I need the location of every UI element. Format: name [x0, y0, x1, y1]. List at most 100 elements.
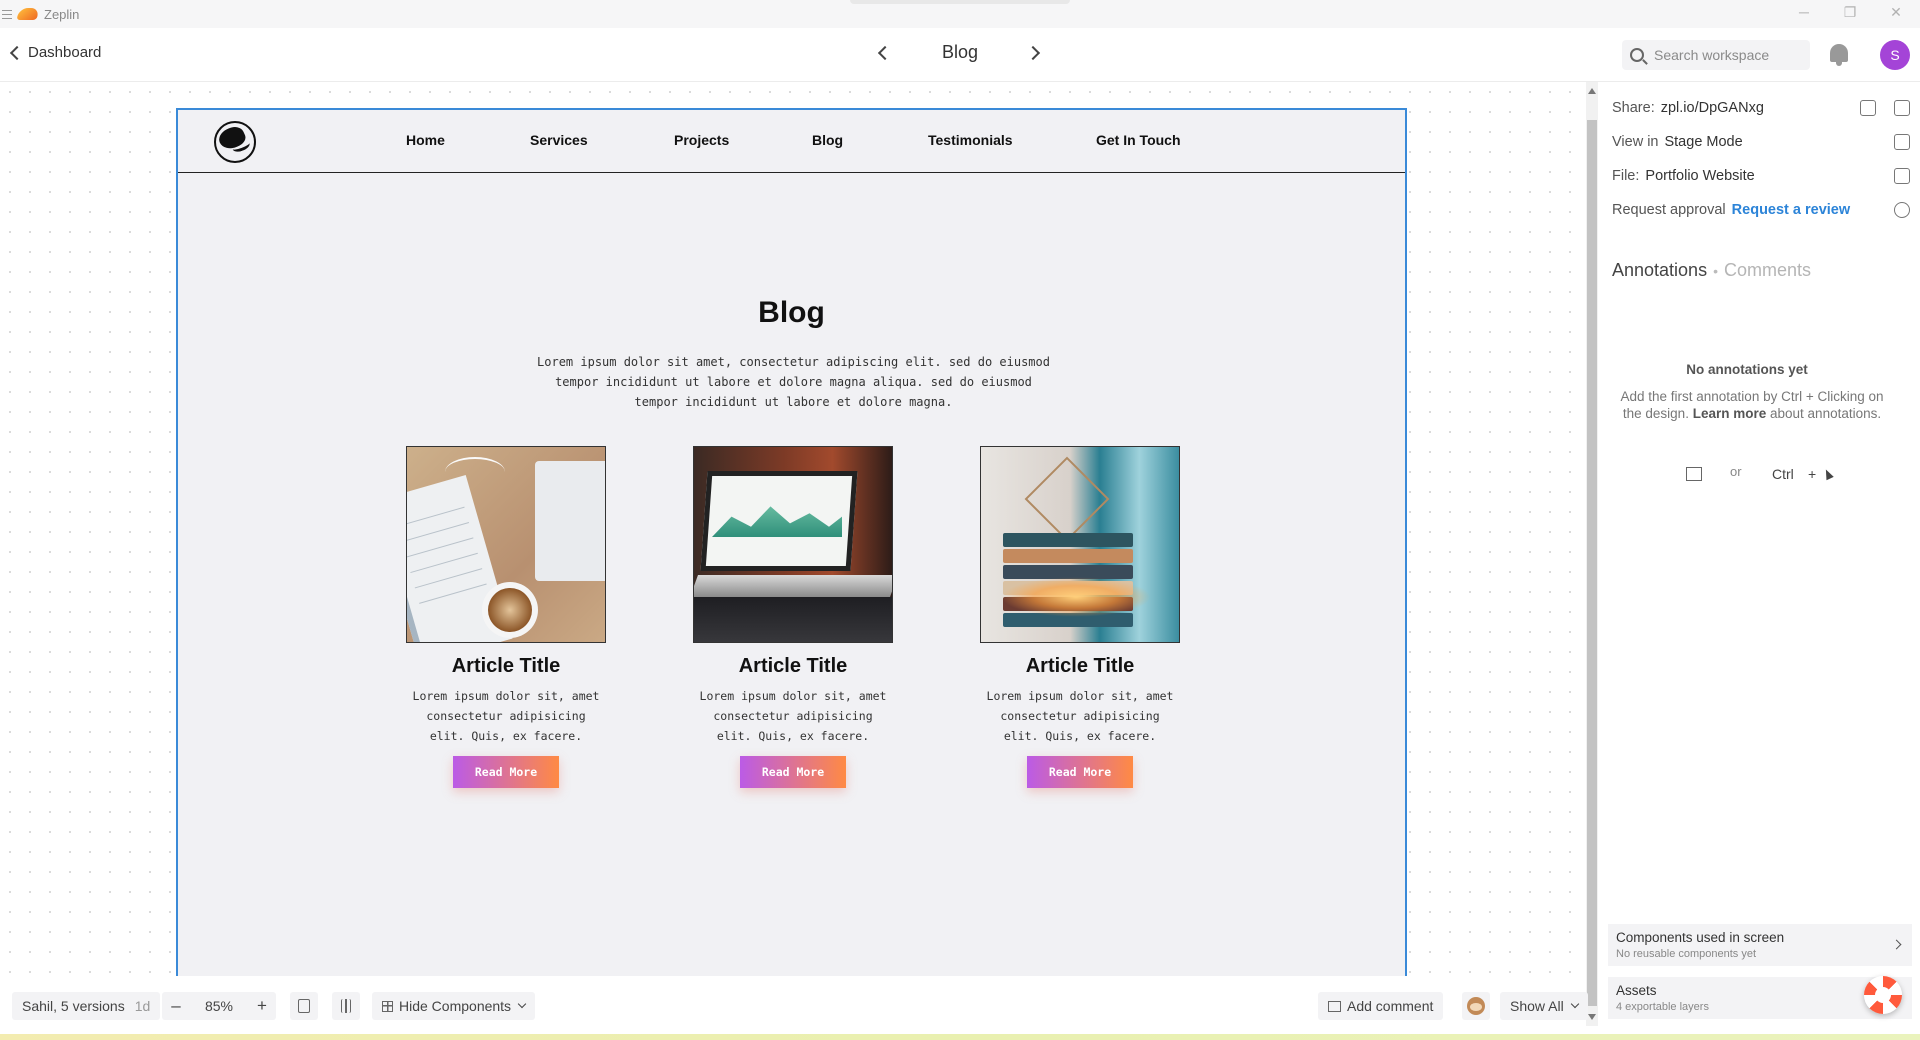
share-row: Share: zpl.io/DpGANxg [1612, 100, 1764, 116]
search-input[interactable] [1654, 47, 1794, 63]
article-title: Article Title [1025, 655, 1135, 677]
assets-subtitle: 4 exportable layers [1616, 1001, 1709, 1013]
fit-screen-icon[interactable] [290, 992, 318, 1020]
hide-components-label: Hide Components [399, 998, 512, 1014]
article-card: Article Title Lorem ipsum dolor sit, ame… [406, 446, 606, 788]
file-name[interactable]: Portfolio Website [1645, 168, 1754, 184]
right-sidebar: Share: zpl.io/DpGANxg View in Stage Mode F… [1598, 82, 1920, 1040]
layout-grid-icon[interactable] [332, 992, 360, 1020]
add-circle-icon[interactable] [1894, 202, 1910, 218]
close-icon[interactable]: ✕ [1886, 4, 1906, 21]
request-review-link[interactable]: Request a review [1732, 202, 1850, 218]
back-to-dashboard-button[interactable]: Dashboard [9, 44, 102, 61]
zeplin-logo-icon [16, 8, 40, 20]
bottom-toolbar: Sahil, 5 versions 1d – 85% + Hide Compone… [0, 976, 1588, 1034]
copy-icon[interactable] [1894, 100, 1910, 116]
chevron-down-icon [517, 999, 527, 1009]
figma-file-icon[interactable] [1894, 168, 1910, 184]
show-all-dropdown[interactable]: Show All [1500, 992, 1588, 1020]
nav-link-projects[interactable]: Projects [674, 132, 729, 148]
chevron-left-icon [9, 45, 25, 60]
laptop-chart-photo [693, 446, 893, 643]
cursor-click-icon [1822, 467, 1834, 481]
components-title: Components used in screen [1616, 930, 1785, 945]
hint-plus: + [1808, 466, 1817, 482]
site-navbar: Home Services Projects Blog Testimonials… [178, 110, 1405, 173]
nav-link-home[interactable]: Home [406, 132, 445, 148]
nav-link-testimonials[interactable]: Testimonials [928, 132, 1013, 148]
hamburger-menu-icon[interactable] [2, 9, 12, 19]
artboard-blog[interactable]: Home Services Projects Blog Testimonials… [176, 108, 1407, 983]
file-row: File: Portfolio Website [1612, 168, 1755, 184]
view-row: View in Stage Mode [1612, 134, 1743, 150]
zoom-in-button[interactable]: + [248, 996, 276, 1016]
article-title: Article Title [738, 655, 848, 677]
read-more-button[interactable]: Read More [740, 756, 846, 788]
canvas-scrollbar[interactable] [1586, 82, 1598, 1026]
read-more-button[interactable]: Read More [453, 756, 559, 788]
tab-comments[interactable]: Comments [1724, 260, 1811, 280]
hint-or: or [1730, 464, 1742, 479]
empty-state-text: Add the first annotation by Ctrl + Click… [1618, 388, 1886, 422]
search-box[interactable] [1622, 40, 1810, 70]
search-icon [1630, 48, 1644, 62]
learn-more-link[interactable]: Learn more [1693, 406, 1767, 421]
user-avatar[interactable]: S [1880, 40, 1910, 70]
comment-icon [1328, 1000, 1341, 1012]
book-stack-lamp-photo [980, 446, 1180, 643]
nav-link-blog[interactable]: Blog [812, 132, 843, 148]
share-link[interactable]: zpl.io/DpGANxg [1661, 100, 1764, 116]
zoom-out-button[interactable]: – [162, 996, 190, 1016]
article-card: Article Title Lorem ipsum dolor sit, ame… [980, 446, 1180, 788]
app-name: Zeplin [44, 6, 80, 22]
mascot-icon[interactable] [1462, 992, 1490, 1020]
zoom-control: – 85% + [162, 992, 276, 1020]
scroll-up-icon[interactable] [1588, 88, 1596, 94]
previous-screen-button[interactable] [877, 45, 893, 61]
zoom-value[interactable]: 85% [194, 998, 244, 1014]
back-label: Dashboard [28, 44, 102, 61]
components-subtitle: No reusable components yet [1616, 948, 1757, 960]
nav-link-services[interactable]: Services [530, 132, 588, 148]
article-excerpt: Lorem ipsum dolor sit, amet consectetur … [986, 689, 1174, 743]
versions-label: Sahil, 5 versions [22, 998, 125, 1014]
add-comment-label: Add comment [1347, 998, 1434, 1014]
versions-age: 1d [134, 998, 151, 1014]
approval-row: Request approval Request a review [1612, 202, 1850, 218]
next-screen-button[interactable] [1025, 45, 1041, 61]
components-panel[interactable]: Components used in screen No reusable co… [1608, 924, 1912, 966]
blog-heading: Blog [758, 296, 825, 329]
design-canvas[interactable]: Home Services Projects Blog Testimonials… [0, 82, 1586, 983]
taskbar-strip [0, 1034, 1920, 1040]
assets-title: Assets [1616, 983, 1657, 998]
notification-bell-icon[interactable] [1828, 42, 1850, 68]
scrollbar-thumb[interactable] [1587, 120, 1597, 1006]
chevron-down-icon [1570, 999, 1579, 1009]
hide-components-dropdown[interactable]: Hide Components [372, 992, 536, 1020]
empty-text-2: about annotations. [1770, 406, 1882, 421]
window-drag-handle[interactable] [850, 0, 1070, 4]
help-lifebuoy-icon[interactable] [1864, 976, 1902, 1014]
view-mode-value[interactable]: Stage Mode [1664, 134, 1742, 150]
read-more-button[interactable]: Read More [1027, 756, 1133, 788]
components-icon [382, 1000, 393, 1012]
share-upload-icon[interactable] [1860, 100, 1876, 116]
article-title: Article Title [451, 655, 561, 677]
blog-intro-text: Lorem ipsum dolor sit amet, consectetur … [537, 355, 1050, 409]
share-label: Share: [1612, 100, 1655, 116]
minimize-icon[interactable]: ─ [1794, 4, 1814, 20]
article-card: Article Title Lorem ipsum dolor sit, ame… [693, 446, 893, 788]
tab-annotations[interactable]: Annotations [1612, 260, 1707, 280]
nav-link-get-in-touch[interactable]: Get In Touch [1096, 132, 1181, 148]
show-all-label: Show All [1510, 998, 1564, 1014]
article-excerpt: Lorem ipsum dolor sit, amet consectetur … [412, 689, 600, 743]
expand-icon[interactable] [1894, 134, 1910, 150]
hint-ctrl-key: Ctrl [1772, 466, 1794, 482]
restore-icon[interactable]: ❐ [1840, 4, 1860, 21]
versions-button[interactable]: Sahil, 5 versions 1d [12, 992, 161, 1020]
add-comment-button[interactable]: Add comment [1318, 992, 1444, 1020]
scroll-down-icon[interactable] [1588, 1014, 1596, 1020]
site-nav-links: Home Services Projects Blog Testimonials… [178, 110, 1405, 173]
annotation-tabs: Annotations • Comments [1612, 260, 1811, 281]
window-titlebar: Zeplin ─ ❐ ✕ [0, 0, 1920, 28]
